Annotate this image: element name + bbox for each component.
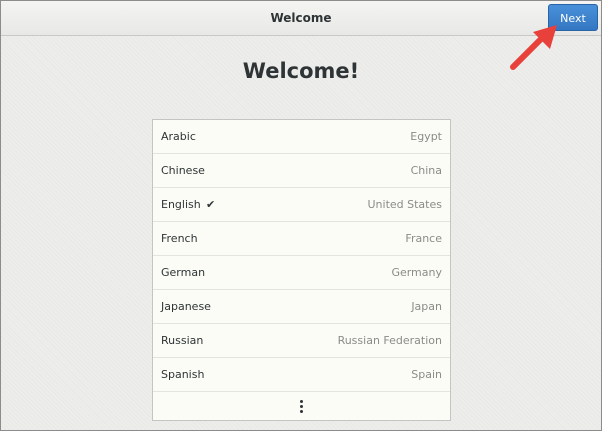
- language-name: French: [161, 232, 198, 245]
- language-row-spanish[interactable]: Spanish Spain: [153, 358, 450, 392]
- more-vertical-icon: [300, 400, 303, 413]
- language-row-japanese[interactable]: Japanese Japan: [153, 290, 450, 324]
- language-row-chinese[interactable]: Chinese China: [153, 154, 450, 188]
- language-name: Russian: [161, 334, 204, 347]
- language-row-german[interactable]: German Germany: [153, 256, 450, 290]
- language-name: English: [161, 198, 201, 211]
- language-row-arabic[interactable]: Arabic Egypt: [153, 120, 450, 154]
- language-row-french[interactable]: French France: [153, 222, 450, 256]
- language-name: Japanese: [161, 300, 211, 313]
- language-country: Egypt: [410, 130, 442, 143]
- page-title: Welcome!: [242, 59, 360, 83]
- language-name: German: [161, 266, 206, 279]
- more-languages-button[interactable]: [153, 392, 450, 420]
- language-country: Germany: [391, 266, 442, 279]
- language-country: United States: [367, 198, 443, 211]
- language-row-russian[interactable]: Russian Russian Federation: [153, 324, 450, 358]
- language-country: France: [405, 232, 442, 245]
- checkmark-icon: ✔: [206, 198, 216, 211]
- welcome-window: Welcome Next Welcome! Arabic Egypt Chinese…: [0, 0, 602, 431]
- language-country: China: [410, 164, 442, 177]
- language-country: Russian Federation: [337, 334, 442, 347]
- language-row-english[interactable]: English ✔ United States: [153, 188, 450, 222]
- language-name: Spanish: [161, 368, 205, 381]
- language-list: Arabic Egypt Chinese China English ✔ United St…: [152, 119, 451, 421]
- language-country: Spain: [411, 368, 442, 381]
- language-country: Japan: [411, 300, 442, 313]
- language-name: Arabic: [161, 130, 196, 143]
- language-name: Chinese: [161, 164, 205, 177]
